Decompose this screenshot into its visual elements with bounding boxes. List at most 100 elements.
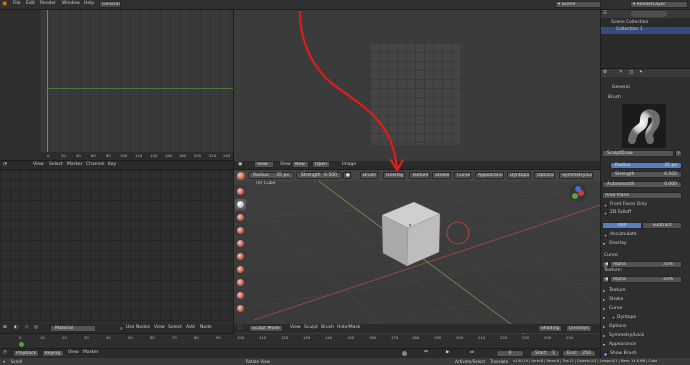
tool-layer[interactable] bbox=[235, 225, 246, 236]
image-menu-image[interactable]: Image bbox=[342, 162, 356, 168]
header-strength-field[interactable]: Strength 0.500 bbox=[296, 172, 342, 179]
tool-tab-icon[interactable]: ✎ bbox=[619, 70, 623, 76]
overlay-section[interactable]: Overlay bbox=[602, 240, 688, 247]
new-image-button[interactable]: New bbox=[292, 161, 309, 168]
header-radius-field[interactable]: Radius: 35 px bbox=[248, 172, 294, 179]
autosmooth-field[interactable]: Autosmooth 0.000 bbox=[602, 181, 682, 188]
node-shader-type-icon[interactable]: ◐ bbox=[14, 325, 18, 331]
graph-editor[interactable]: 0 20 40 60 80 100 120 140 160 180 200 22… bbox=[0, 10, 233, 160]
shading-dropdown[interactable]: Shading bbox=[538, 325, 562, 332]
image-menu-view[interactable]: View bbox=[280, 162, 291, 168]
falloff-2d-checkbox[interactable] bbox=[603, 211, 608, 216]
graph-menu-key[interactable]: Key bbox=[108, 162, 116, 168]
viewport-3d[interactable]: (0) Cube bbox=[234, 170, 600, 334]
viewport-menu-view[interactable]: View bbox=[290, 325, 301, 331]
workspace-tab[interactable]: General bbox=[99, 1, 121, 8]
header-symmetry-menu[interactable]: Symmetry/Lock bbox=[559, 172, 593, 179]
node-menu-node[interactable]: Node bbox=[200, 325, 212, 331]
playback-menu[interactable]: Playback bbox=[13, 350, 39, 357]
jump-end-icon[interactable]: ⏭ bbox=[470, 350, 474, 356]
brush-name-field[interactable]: SculptDraw bbox=[602, 150, 674, 157]
texture-alpha-field[interactable]: Alpha 33% bbox=[610, 276, 682, 283]
dyntopo-checkbox[interactable] bbox=[611, 315, 616, 320]
mode-selector[interactable]: Sculpt Mode bbox=[249, 325, 283, 332]
collection-item[interactable]: Collection 1 bbox=[616, 27, 643, 33]
open-image-button[interactable]: Open bbox=[312, 161, 330, 168]
menu-help[interactable]: Help bbox=[84, 1, 94, 7]
graph-menu-select[interactable]: Select bbox=[49, 162, 63, 168]
tool-clay[interactable] bbox=[235, 212, 246, 223]
play-icon[interactable]: ▶ bbox=[446, 350, 449, 356]
tool-blob[interactable] bbox=[235, 251, 246, 262]
menu-file[interactable]: File bbox=[13, 1, 21, 7]
node-menu-view[interactable]: View bbox=[154, 325, 165, 331]
editor-type-icon[interactable]: ◔ bbox=[3, 162, 7, 168]
header-curve-menu[interactable]: Curve bbox=[454, 172, 471, 179]
graph-menu-view[interactable]: View bbox=[33, 162, 44, 168]
properties-tab-general[interactable]: General bbox=[612, 85, 630, 91]
outliner[interactable]: ☰ Scene Collection Collection 1 bbox=[601, 10, 690, 68]
appearance-section[interactable]: Appearance bbox=[602, 341, 688, 348]
outliner-type-icon[interactable]: ☰ bbox=[603, 11, 607, 17]
header-options-menu[interactable]: Options bbox=[534, 172, 555, 179]
timeline-menu-view[interactable]: View bbox=[68, 350, 79, 356]
subtract-direction-button[interactable]: Subtract bbox=[642, 222, 682, 229]
front-faces-checkbox[interactable] bbox=[603, 203, 608, 208]
header-brush-menu[interactable]: Brush bbox=[360, 172, 378, 179]
navigation-gizmo[interactable] bbox=[569, 184, 587, 202]
timeline-type-icon[interactable]: ◷ bbox=[3, 350, 7, 356]
header-dyntopo-menu[interactable]: Dyntopo bbox=[507, 172, 531, 179]
node-editor[interactable] bbox=[0, 170, 233, 324]
brush-preview[interactable] bbox=[622, 104, 666, 148]
area-plane-dropdown[interactable]: Area Plane bbox=[602, 192, 682, 199]
viewport-menu-brush[interactable]: Brush bbox=[321, 325, 334, 331]
menu-window[interactable]: Window bbox=[62, 1, 80, 7]
viewport-editor-type-icon[interactable]: ⬚ bbox=[238, 325, 242, 331]
timeline-ruler[interactable]: 0 10 20 30 40 50 60 70 80 90 100 110 120… bbox=[0, 334, 600, 348]
node-world-icon[interactable]: ◎ bbox=[34, 325, 38, 331]
node-editor-type-icon[interactable]: ⊞ bbox=[3, 325, 7, 331]
render-layer-selector[interactable]: ▾ RenderLayer bbox=[630, 1, 688, 8]
start-frame-field[interactable]: Start: 1 bbox=[530, 350, 560, 357]
image-editor-type-icon[interactable]: ▣ bbox=[238, 162, 242, 168]
overlays-dropdown[interactable]: Overlays bbox=[566, 325, 592, 332]
timeline-menu-marker[interactable]: Marker bbox=[83, 350, 99, 356]
header-pressure-button[interactable]: ● bbox=[343, 172, 351, 179]
node-menu-add[interactable]: Add bbox=[186, 325, 195, 331]
record-button-icon[interactable] bbox=[402, 351, 407, 356]
header-appearance-menu[interactable]: Appearance bbox=[475, 172, 504, 179]
gizmo-y-icon[interactable] bbox=[572, 193, 578, 199]
curve-alpha-field[interactable]: Alpha 33% bbox=[610, 261, 682, 268]
add-direction-button[interactable]: Add bbox=[602, 222, 642, 229]
blender-logo-icon[interactable]: ◉ bbox=[2, 1, 7, 7]
scene-collection-item[interactable]: Scene Collection bbox=[611, 20, 648, 26]
symmetry-section[interactable]: Symmetry/Lock bbox=[602, 332, 688, 339]
graph-menu-channel[interactable]: Channel bbox=[86, 162, 104, 168]
image-editor[interactable] bbox=[234, 10, 600, 161]
menu-edit[interactable]: Edit bbox=[26, 1, 35, 7]
accumulate-checkbox[interactable] bbox=[603, 233, 608, 238]
viewport-menu-hide-mask[interactable]: Hide/Mask bbox=[337, 325, 360, 331]
outliner-search-input[interactable] bbox=[631, 11, 667, 17]
properties-type-icon[interactable]: ⚙ bbox=[603, 70, 607, 76]
header-overlay-menu[interactable]: Overlay bbox=[383, 172, 405, 179]
brush-fake-user-button[interactable]: F bbox=[675, 150, 682, 157]
gizmo-z-icon[interactable] bbox=[575, 186, 581, 192]
scene-selector[interactable]: ▾ Scene bbox=[555, 1, 601, 8]
scene-tab-icon[interactable]: ✦ bbox=[639, 70, 643, 76]
header-stroke-menu[interactable]: Stroke bbox=[432, 172, 451, 179]
show-brush-checkbox[interactable] bbox=[603, 352, 608, 357]
graph-menu-marker[interactable]: Marker bbox=[67, 162, 83, 168]
brush-icon[interactable] bbox=[237, 172, 245, 180]
tool-draw-active[interactable] bbox=[235, 199, 246, 210]
node-object-icon[interactable]: ◇ bbox=[25, 325, 28, 331]
tool-grab[interactable] bbox=[235, 303, 246, 314]
tool-flatten[interactable] bbox=[235, 290, 246, 301]
menu-render[interactable]: Render bbox=[40, 1, 56, 7]
keying-menu[interactable]: Keying bbox=[42, 350, 64, 357]
stroke-section[interactable]: Stroke bbox=[602, 296, 688, 303]
radius-field[interactable]: Radius 35 px bbox=[610, 162, 682, 169]
current-frame-field[interactable]: 0 bbox=[496, 350, 524, 357]
use-nodes-checkbox[interactable] bbox=[119, 326, 124, 331]
viewport-menu-sculpt[interactable]: Sculpt bbox=[304, 325, 318, 331]
